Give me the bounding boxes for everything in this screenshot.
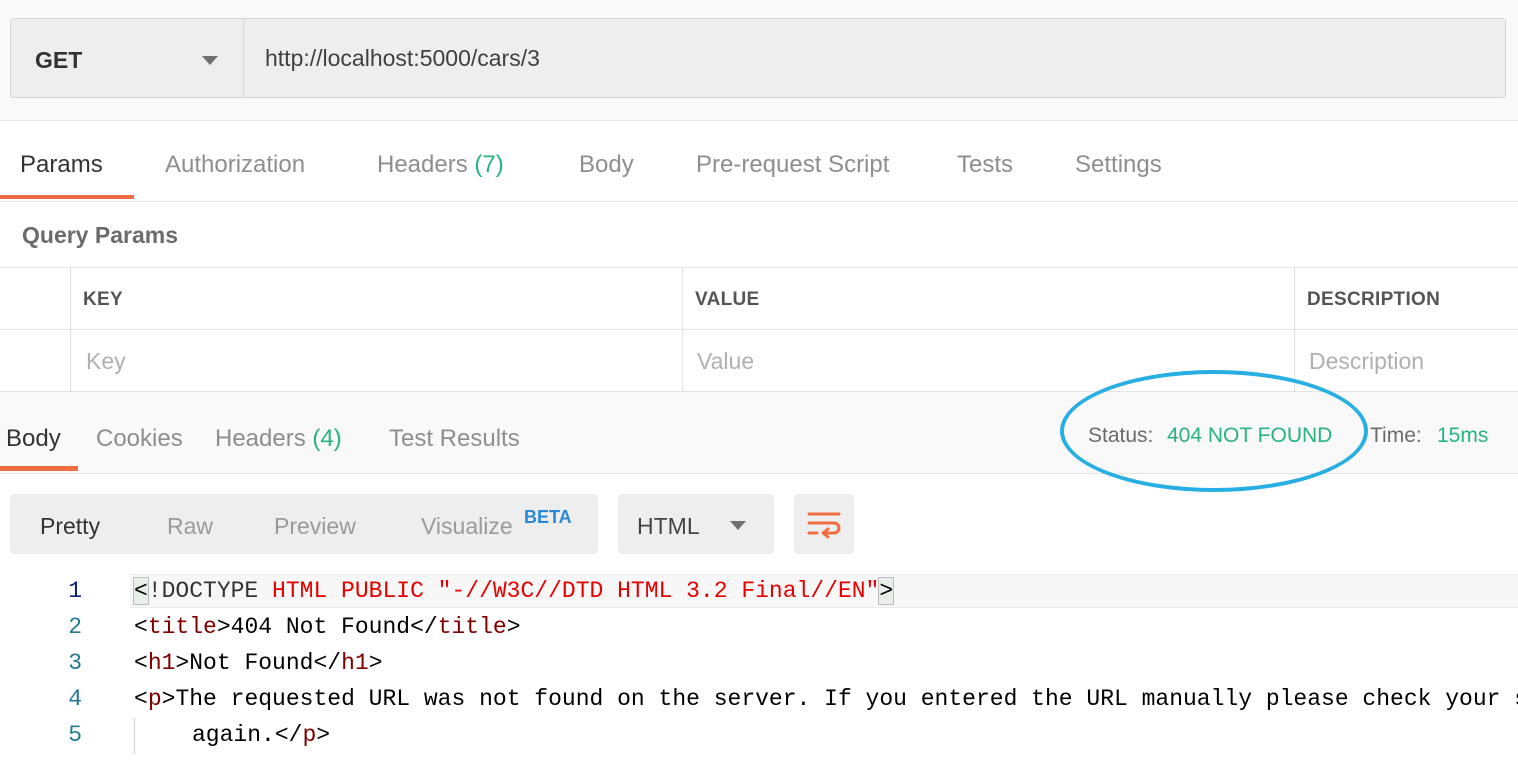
tab-label: Settings bbox=[1075, 151, 1162, 178]
column-header-value: VALUE bbox=[695, 289, 760, 310]
tab-params[interactable]: Params bbox=[20, 151, 103, 179]
query-params-title: Query Params bbox=[22, 222, 178, 248]
time-label: Time: bbox=[1370, 424, 1422, 447]
tag-name: p bbox=[302, 722, 317, 748]
method-label: GET bbox=[35, 47, 83, 73]
language-label: HTML bbox=[637, 513, 700, 539]
tag-name: p bbox=[147, 686, 162, 712]
code-text: The requested URL was not found on the s… bbox=[175, 686, 1518, 712]
code-text: 404 Not Found bbox=[230, 614, 411, 640]
tab-headers[interactable]: Headers (7) bbox=[377, 151, 504, 179]
tag-name: title bbox=[147, 614, 217, 640]
tab-pre-request-script[interactable]: Pre-request Script bbox=[696, 151, 889, 179]
line-number: 4 bbox=[68, 686, 82, 712]
key-input[interactable] bbox=[86, 344, 676, 378]
tab-authorization[interactable]: Authorization bbox=[165, 151, 305, 179]
doctype-value: HTML PUBLIC "-//W3C//DTD HTML 3.2 Final/… bbox=[272, 578, 880, 604]
code-line-5: again.</p> bbox=[192, 722, 331, 748]
tab-label: Params bbox=[20, 151, 103, 178]
tab-label: Body bbox=[6, 425, 61, 452]
code-line-2: <title>404 Not Found</title> bbox=[134, 614, 521, 640]
bracket-open: < bbox=[133, 577, 149, 605]
active-response-tab-indicator bbox=[0, 466, 78, 471]
params-header-row: KEY VALUE DESCRIPTION bbox=[0, 268, 1518, 330]
tab-settings[interactable]: Settings bbox=[1075, 151, 1162, 179]
indent-guide bbox=[134, 718, 135, 754]
view-preview[interactable]: Preview bbox=[274, 513, 356, 540]
request-tabs: Params Authorization Headers (7) Body Pr… bbox=[0, 120, 1518, 202]
time-value: 15ms bbox=[1437, 424, 1489, 447]
wrap-lines-button[interactable] bbox=[794, 494, 854, 554]
code-line-3: <h1>Not Found</h1> bbox=[134, 650, 383, 676]
tab-label: Cookies bbox=[96, 425, 183, 452]
wrap-lines-icon bbox=[807, 512, 841, 539]
description-input[interactable] bbox=[1309, 344, 1514, 378]
tag-name: title bbox=[437, 614, 507, 640]
request-bar: GET bbox=[0, 0, 1518, 120]
response-code-view[interactable]: 1 2 3 4 5 <!DOCTYPE HTML PUBLIC "-//W3C/… bbox=[0, 574, 1518, 778]
column-header-description: DESCRIPTION bbox=[1307, 289, 1441, 310]
tab-label: Authorization bbox=[165, 151, 306, 178]
tab-test-results[interactable]: Test Results bbox=[389, 425, 520, 453]
doctype-keyword: !DOCTYPE bbox=[147, 578, 273, 604]
code-text: again. bbox=[192, 722, 275, 748]
response-headers-count: (4) bbox=[312, 425, 342, 452]
view-pretty[interactable]: Pretty bbox=[40, 513, 100, 540]
line-number: 1 bbox=[68, 578, 82, 604]
tab-response-body[interactable]: Body bbox=[6, 425, 61, 453]
code-text: Not Found bbox=[189, 650, 314, 676]
tab-label: Headers bbox=[377, 151, 468, 178]
headers-count: (7) bbox=[474, 151, 504, 178]
line-number: 3 bbox=[68, 650, 82, 676]
code-line-1: <!DOCTYPE HTML PUBLIC "-//W3C//DTD HTML … bbox=[133, 577, 895, 605]
tag-name: h1 bbox=[147, 650, 176, 676]
column-divider bbox=[70, 268, 71, 392]
url-input[interactable] bbox=[243, 18, 1506, 98]
method-select[interactable]: GET bbox=[10, 18, 244, 98]
beta-badge: BETA bbox=[524, 507, 572, 527]
chevron-down-icon bbox=[202, 56, 218, 65]
tab-body[interactable]: Body bbox=[579, 151, 634, 179]
view-mode-group: Pretty Raw Preview Visualize BETA bbox=[10, 494, 598, 554]
tab-label: Pre-request Script bbox=[696, 151, 890, 178]
column-divider bbox=[682, 268, 683, 392]
tab-label: Headers bbox=[215, 425, 306, 452]
tab-label: Tests bbox=[957, 151, 1014, 178]
language-select[interactable]: HTML bbox=[618, 494, 774, 554]
tag-name: h1 bbox=[341, 650, 369, 676]
tab-label: Body bbox=[579, 151, 634, 178]
code-line-4: <p>The requested URL was not found on th… bbox=[134, 686, 1518, 712]
line-number: 2 bbox=[68, 614, 82, 640]
bracket-close: > bbox=[878, 577, 895, 605]
active-tab-indicator bbox=[0, 195, 134, 199]
view-visualize[interactable]: Visualize bbox=[421, 513, 513, 540]
line-number: 5 bbox=[68, 722, 82, 748]
tab-cookies[interactable]: Cookies bbox=[96, 425, 183, 453]
chevron-down-icon bbox=[730, 521, 746, 530]
params-table: KEY VALUE DESCRIPTION bbox=[0, 267, 1518, 392]
column-divider bbox=[1294, 268, 1295, 392]
status-highlight-annotation bbox=[1060, 370, 1368, 492]
view-raw[interactable]: Raw bbox=[167, 513, 213, 540]
tab-label: Test Results bbox=[389, 425, 520, 452]
tab-response-headers[interactable]: Headers (4) bbox=[215, 425, 342, 453]
column-header-key: KEY bbox=[83, 289, 123, 310]
tab-tests[interactable]: Tests bbox=[957, 151, 1013, 179]
